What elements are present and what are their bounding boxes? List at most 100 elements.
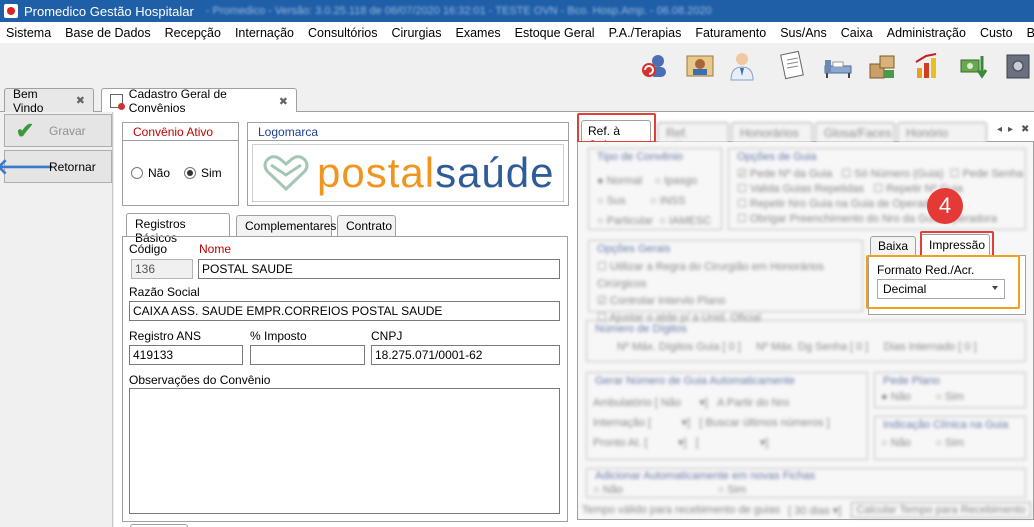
logomarca-group: Logomarca postal saúde (247, 122, 569, 206)
opcoes-guia-title: Opções de Guia (737, 151, 817, 163)
numero-digitos-title: Número de Dígitos (595, 323, 687, 335)
pede-plano-title: Pede Plano (883, 375, 940, 387)
menu-exames[interactable]: Exames (456, 26, 501, 40)
window-subtitle: - Promedico - Versão: 3.0.25.118 de 06/0… (205, 5, 712, 17)
imposto-field[interactable] (250, 345, 365, 365)
tempo-valido-row: Tempo válido para recebimento de guias [… (582, 502, 1032, 518)
tab-close-icon[interactable]: ✖ (1021, 124, 1029, 135)
convenio-ativo-group: Convênio Ativo Não Sim (122, 122, 239, 206)
radio-nao[interactable]: Não (131, 166, 170, 180)
document-tabs: Bem Vindo ✖ Cadastro Geral de Convênios … (0, 86, 1034, 115)
safe-icon[interactable] (1004, 50, 1032, 82)
users-refresh-icon[interactable] (638, 50, 670, 82)
adicionar-title: Adicionar Automaticamente em novas Ficha… (595, 470, 816, 482)
doctor-icon[interactable] (726, 50, 758, 82)
tab-honorio-espeic[interactable]: Honório Espeic (897, 122, 987, 154)
heart-logo-icon (263, 155, 309, 192)
menu-administracao[interactable]: Administração (887, 26, 966, 40)
menu-faturamento[interactable]: Faturamento (695, 26, 766, 40)
document-icon[interactable] (776, 50, 808, 82)
money-icon[interactable] (958, 50, 990, 82)
tab-registros-basicos[interactable]: Registros Básicos (126, 213, 230, 245)
billing-chart-icon[interactable] (912, 50, 944, 82)
tab-scroll-right-icon[interactable]: ▸ (1008, 124, 1013, 135)
cnpj-field[interactable]: 18.275.071/0001-62 (371, 345, 560, 365)
tempo-valido-label: Tempo válido para recebimento de guias (582, 504, 781, 516)
tab-glosa-faces[interactable]: Glosa/Faces (815, 122, 895, 142)
menu-caixa[interactable]: Caixa (841, 26, 873, 40)
highlight-ref-guia (577, 113, 656, 143)
nome-label: Nome (199, 242, 232, 256)
opcoes-gerais-group: Opções Gerais ☐ Utilizar a Regra do Ciru… (588, 240, 863, 324)
tab-contrato[interactable]: Contrato (337, 215, 396, 237)
menu-custo[interactable]: Custo (980, 26, 1013, 40)
action-panel: ✔ Gravar 🡐 Retornar (0, 112, 113, 527)
step-badge: 4 (927, 188, 963, 224)
menu-consultorios[interactable]: Consultórios (308, 26, 377, 40)
menu-estoque-geral[interactable]: Estoque Geral (515, 26, 595, 40)
radio-nao-dot (131, 167, 143, 179)
tab-complementares[interactable]: Complementares (236, 215, 336, 237)
menu-cirurgias[interactable]: Cirurgias (392, 26, 442, 40)
opcoes-guia-group: Opções de Guia ☑ Pede Nº da Guia ☐ Só Nú… (728, 148, 1026, 230)
highlight-formato (866, 255, 1020, 309)
save-button[interactable]: ✔ Gravar (4, 114, 112, 147)
codigo-label: Código (129, 242, 168, 256)
menu-pa-terapias[interactable]: P.A./Terapias (609, 26, 682, 40)
radio-sim[interactable]: Sim (184, 166, 222, 180)
logomarca-title: Logomarca (248, 123, 568, 141)
reception-icon[interactable] (684, 50, 716, 82)
tipo-convenio-title: Tipo de Convênio (597, 151, 683, 163)
observacoes-label: Observações do Convênio (129, 373, 271, 387)
observacoes-textarea[interactable] (129, 388, 560, 514)
menu-internacao[interactable]: Internação (235, 26, 294, 40)
ref-guia-panel: Tipo de Convênio ● Normal ○ Ipasgo ○ Sus… (577, 142, 1034, 520)
tab-baixa[interactable]: Baixa (870, 236, 916, 256)
toolbar (0, 43, 1034, 88)
checkmark-icon: ✔ (15, 117, 35, 143)
back-button[interactable]: 🡐 Retornar (0, 150, 112, 183)
tab-ref-pagto[interactable]: Ref. p/Pagto (657, 122, 729, 154)
menu-bi[interactable]: BI (1027, 26, 1034, 40)
tab-scroll-left-icon[interactable]: ◂ (997, 124, 1002, 135)
save-button-label: Gravar (49, 123, 86, 138)
convenio-ativo-title: Convênio Ativo (123, 123, 238, 141)
radio-nao-label: Não (148, 166, 171, 180)
imposto-label: % Imposto (250, 329, 307, 343)
menu-bar: Sistema Base de Dados Recepção Internaçã… (0, 22, 1034, 43)
calcular-button[interactable]: Calcular Tempo para Recebimento (851, 502, 1031, 518)
indicacao-title: Indicação Clínica na Guia (883, 419, 1009, 431)
adicionar-group: Adicionar Automaticamente em novas Ficha… (586, 468, 1026, 498)
radio-sim-dot (184, 167, 197, 179)
arrow-left-icon: 🡐 (0, 153, 55, 179)
tab-bem-vindo[interactable]: Bem Vindo ✖ (4, 86, 94, 115)
app-icon (4, 4, 18, 18)
close-icon[interactable]: ✖ (279, 95, 288, 108)
stock-icon[interactable] (866, 50, 898, 82)
registro-ans-field[interactable]: 419133 (129, 345, 243, 365)
menu-sus-ans[interactable]: Sus/Ans (780, 26, 827, 40)
tipo-convenio-group: Tipo de Convênio ● Normal ○ Ipasgo ○ Sus… (588, 148, 722, 230)
tab-cadastro-label: Cadastro Geral de Convênios (128, 87, 227, 115)
cnpj-label: CNPJ (371, 329, 403, 343)
main-content: Convênio Ativo Não Sim Logomarca postal … (114, 112, 1034, 527)
menu-sistema[interactable]: Sistema (6, 26, 51, 40)
menu-base-de-dados[interactable]: Base de Dados (65, 26, 150, 40)
tab-cadastro-convenios[interactable]: Cadastro Geral de Convênios ✖ (101, 87, 297, 115)
razao-social-label: Razão Social (129, 285, 200, 299)
indicacao-group: Indicação Clínica na Guia ○ Não ○ Sim (874, 416, 1026, 460)
opcoes-gerais-title: Opções Gerais (597, 243, 671, 255)
registros-basicos-panel: Código Nome 136 POSTAL SAUDE Razão Socia… (122, 236, 568, 522)
nome-field[interactable]: POSTAL SAUDE (198, 259, 560, 279)
numero-digitos-group: Número de Dígitos Nº Máx. Dígitos Guia [… (586, 320, 1026, 362)
menu-recepcao[interactable]: Recepção (165, 26, 221, 40)
razao-social-field[interactable]: CAIXA ASS. SAUDE EMPR.CORREIOS POSTAL SA… (129, 301, 560, 321)
hospital-bed-icon[interactable] (822, 50, 854, 82)
radio-sim-label: Sim (201, 166, 222, 180)
logo-image: postal saúde (252, 144, 564, 202)
tab-honorarios[interactable]: Honorários (731, 122, 813, 142)
tab-bem-vindo-label: Bem Vindo (13, 86, 44, 115)
highlight-impressao (920, 231, 994, 257)
close-icon[interactable]: ✖ (76, 94, 85, 107)
registro-ans-label: Registro ANS (129, 329, 202, 343)
